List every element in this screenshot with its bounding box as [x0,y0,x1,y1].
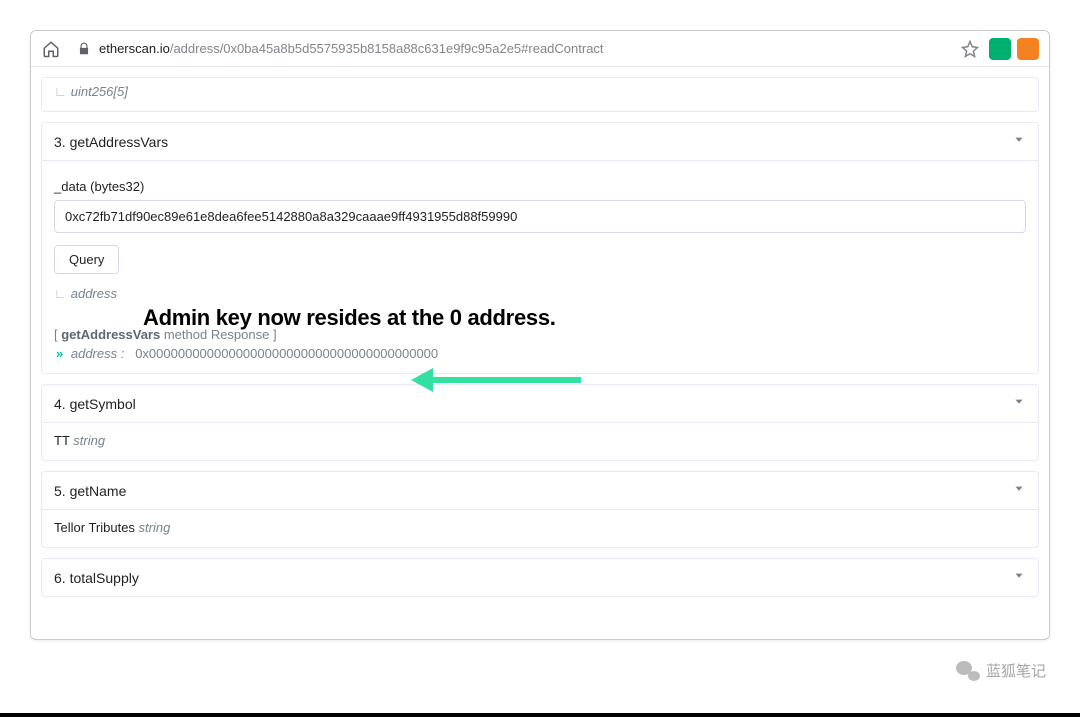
panel-header-getsymbol[interactable]: 4. getSymbol [42,385,1038,422]
browser-frame: etherscan.io/address/0x0ba45a8b5d5575935… [30,30,1050,640]
annotation-text: Admin key now resides at the 0 address. [143,305,556,331]
chevron-down-icon [1012,133,1026,150]
screenshot-window: etherscan.io/address/0x0ba45a8b5d5575935… [0,30,1080,717]
bookmark-star-icon[interactable] [961,40,979,58]
extension-icon-2[interactable] [1017,38,1039,60]
contract-function-panel-5: 5. getName Tellor Tributes string [41,471,1039,548]
panel-header-getaddressvars[interactable]: 3. getAddressVars [42,123,1038,160]
return-type: ∟address [54,286,1026,301]
panel-header-totalsupply[interactable]: 6. totalSupply [42,559,1038,596]
query-button[interactable]: Query [54,245,119,274]
panel-header-getname[interactable]: 5. getName [42,472,1038,509]
extension-icon-1[interactable] [989,38,1011,60]
response-value-line: » address : 0x00000000000000000000000000… [54,346,1026,361]
return-type-hint: ∟uint256[5] [42,78,1038,111]
param-label: _data (bytes32) [54,167,1026,200]
lock-icon [77,42,91,56]
double-arrow-icon: » [56,346,63,361]
contract-function-panel-4: 4. getSymbol TT string [41,384,1039,461]
contract-function-panel-partial: ∟uint256[5] [41,77,1039,112]
panel-title: 4. getSymbol [54,396,136,412]
url-field[interactable]: etherscan.io/address/0x0ba45a8b5d5575935… [71,41,951,56]
panel-title: 3. getAddressVars [54,134,168,150]
panel-body-getsymbol: TT string [42,422,1038,460]
contract-function-panel-6: 6. totalSupply [41,558,1039,597]
address-bar: etherscan.io/address/0x0ba45a8b5d5575935… [31,31,1049,67]
method-response: [ getAddressVars method Response ] » add… [54,327,1026,361]
data-input[interactable] [54,200,1026,233]
home-icon[interactable] [41,39,61,59]
panel-title: 5. getName [54,483,126,499]
chevron-down-icon [1012,569,1026,586]
wechat-watermark: 蓝狐笔记 [956,660,1046,681]
wechat-icon [956,661,980,681]
url-text: etherscan.io/address/0x0ba45a8b5d5575935… [99,41,604,56]
contract-function-panel-3: 3. getAddressVars _data (bytes32) Query … [41,122,1039,374]
panel-body-getname: Tellor Tributes string [42,509,1038,547]
panel-title: 6. totalSupply [54,570,139,586]
chevron-down-icon [1012,395,1026,412]
chevron-down-icon [1012,482,1026,499]
panel-body-getaddressvars: _data (bytes32) Query ∟address [ getAddr… [42,160,1038,373]
watermark-text: 蓝狐笔记 [986,660,1046,681]
extension-icons [989,38,1039,60]
page-content: ∟uint256[5] 3. getAddressVars _data (byt… [31,67,1049,639]
